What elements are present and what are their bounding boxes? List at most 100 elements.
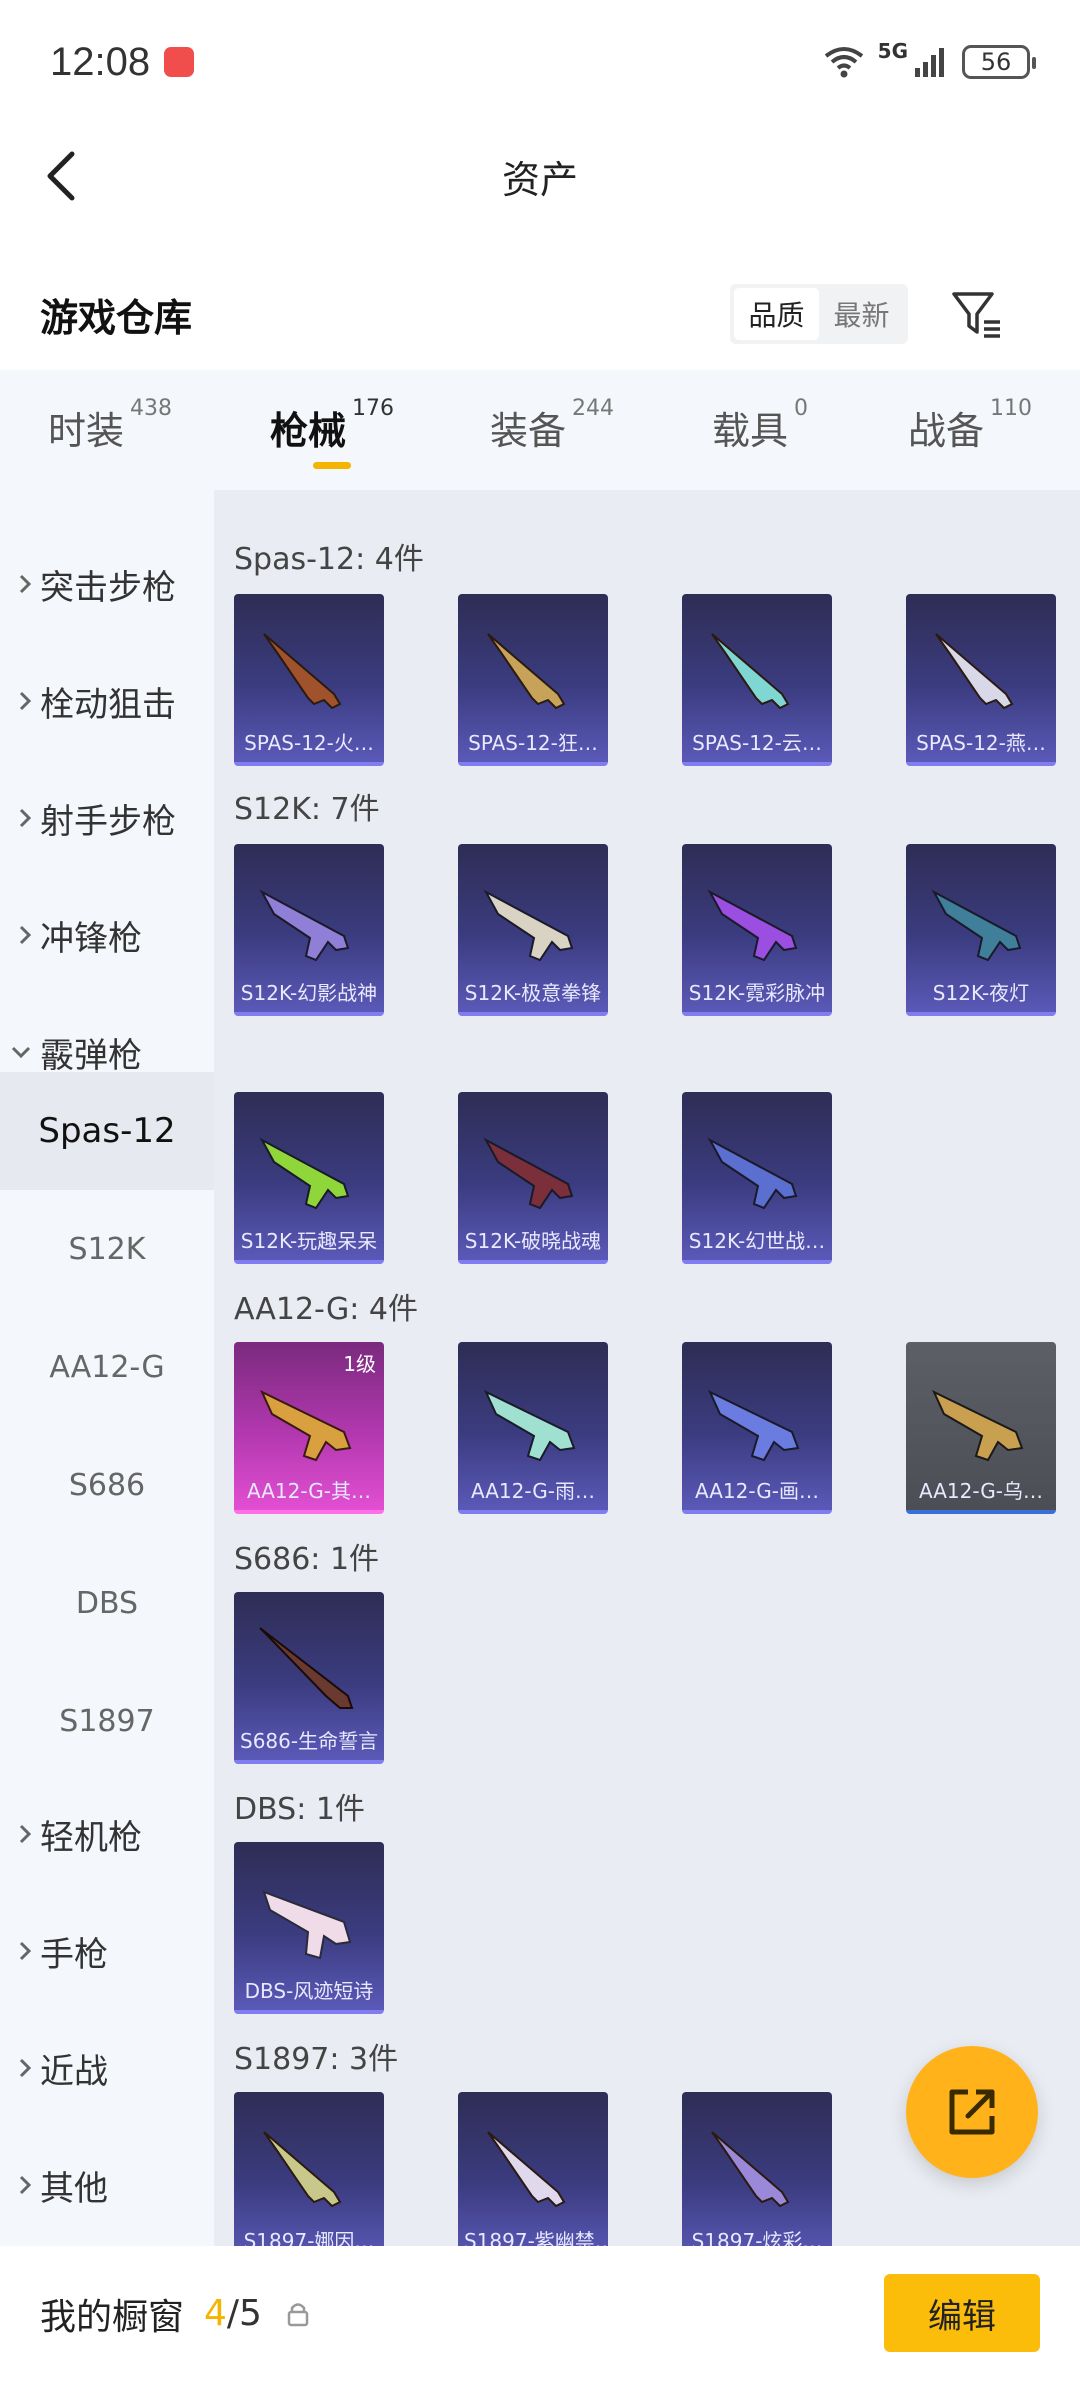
shotgun-skin-icon	[935, 633, 1014, 710]
skin-card[interactable]: SPAS-12-燕…	[906, 594, 1056, 766]
shotgun-skin-icon	[707, 1137, 798, 1210]
sidebar-item-pistol[interactable]: 手枪	[0, 1911, 214, 1991]
group-title-s1897: S1897: 3件	[234, 2042, 399, 2077]
sidebar-item-label: 轻机枪	[40, 1817, 142, 1858]
weapon-skin-grid: Spas-12: 4件 SPAS-12-火… SPAS-12-狂… SPAS-1…	[214, 490, 1080, 2246]
wifi-icon	[824, 47, 863, 78]
skin-name: S12K-幻世战…	[688, 1229, 826, 1253]
skin-card[interactable]: AA12-G-乌…	[906, 1342, 1056, 1514]
showcase-current: 4	[204, 2293, 227, 2334]
shotgun-skin-icon	[259, 889, 350, 962]
tab-count: 110	[990, 396, 1033, 421]
showcase-total: /5	[226, 2293, 262, 2334]
skin-card[interactable]: SPAS-12-火…	[234, 594, 384, 766]
tab-count: 244	[572, 396, 615, 421]
sidebar-sub-s12k[interactable]: S12K	[0, 1190, 214, 1308]
skin-card[interactable]: S1897-炫彩…	[682, 2092, 832, 2246]
sidebar-item-lmg[interactable]: 轻机枪	[0, 1794, 214, 1874]
sidebar-item-label: 其他	[40, 2168, 108, 2209]
skin-name: SPAS-12-火…	[244, 731, 374, 755]
sidebar-item-marksman-rifle[interactable]: 射手步枪	[0, 778, 214, 858]
skin-card[interactable]: DBS-风迹短诗	[234, 1842, 384, 2014]
skin-name: S12K-霓彩脉冲	[688, 981, 826, 1005]
chevron-right-icon	[0, 1823, 40, 1845]
filter-icon	[952, 292, 1000, 338]
sidebar-sub-s1897[interactable]: S1897	[0, 1662, 214, 1780]
skin-card[interactable]: S12K-幻世战…	[682, 1092, 832, 1264]
sidebar-item-bolt-sniper[interactable]: 栓动狙击	[0, 661, 214, 741]
sort-quality-option[interactable]: 品质	[734, 288, 819, 340]
tab-vehicles[interactable]: 载具 0	[712, 396, 808, 455]
edit-button[interactable]: 编辑	[884, 2274, 1040, 2352]
filter-button[interactable]	[948, 286, 1004, 342]
skin-card[interactable]: S12K-破晓战魂	[458, 1092, 608, 1264]
chevron-left-icon	[47, 151, 75, 201]
shotgun-skin-icon	[263, 633, 342, 710]
shotgun-skin-icon	[711, 633, 790, 710]
status-bar: 12:08 5G 56	[0, 0, 1080, 124]
tab-count: 438	[130, 396, 173, 421]
chevron-right-icon	[0, 924, 40, 946]
skin-name: AA12-G-画…	[694, 1479, 820, 1503]
sidebar-item-label: 栓动狙击	[40, 684, 176, 725]
share-button[interactable]	[906, 2046, 1038, 2178]
app-notification-icon	[164, 47, 195, 77]
skin-card[interactable]: S12K-玩趣呆呆	[234, 1092, 384, 1264]
tab-count: 176	[352, 396, 395, 421]
sidebar-sub-aa12g[interactable]: AA12-G	[0, 1308, 214, 1426]
chevron-right-icon	[0, 573, 40, 595]
sidebar-item-label: 冲锋枪	[40, 918, 142, 959]
weapon-category-sidebar: 突击步枪 栓动狙击 射手步枪 冲锋枪 霰弹枪 Spas-12 S12K AA12…	[0, 490, 214, 2246]
back-button[interactable]	[30, 146, 90, 206]
shotgun-skin-icon	[259, 1627, 354, 1709]
skin-card[interactable]: S12K-幻影战神	[234, 844, 384, 1016]
status-time: 12:08	[50, 39, 151, 84]
sidebar-item-assault-rifle[interactable]: 突击步枪	[0, 544, 214, 624]
group-title-dbs: DBS: 1件	[234, 1792, 365, 1827]
page-title: 资产	[501, 157, 578, 202]
shotgun-skin-icon	[711, 2131, 790, 2208]
sidebar-item-smg[interactable]: 冲锋枪	[0, 895, 214, 975]
skin-card[interactable]: 1级 AA12-G-其…	[234, 1342, 384, 1514]
shotgun-skin-icon	[483, 889, 574, 962]
showcase-bar: 我的橱窗 4/5 编辑	[0, 2246, 1080, 2381]
external-link-icon	[949, 2089, 995, 2135]
skin-card[interactable]: S1897-紫幽禁…	[458, 2092, 608, 2246]
group-title-s12k: S12K: 7件	[234, 792, 380, 827]
group-title-spas12: Spas-12: 4件	[234, 542, 424, 577]
sort-newest-option[interactable]: 最新	[819, 288, 904, 340]
sidebar-item-other[interactable]: 其他	[0, 2145, 214, 2225]
skin-card[interactable]: AA12-G-画…	[682, 1342, 832, 1514]
skin-card[interactable]: S12K-极意拳锋	[458, 844, 608, 1016]
category-tabs: 时装 438 枪械 176 装备 244 载具 0 战备 110	[0, 370, 1080, 490]
skin-card[interactable]: AA12-G-雨…	[458, 1342, 608, 1514]
skin-card[interactable]: S12K-霓彩脉冲	[682, 844, 832, 1016]
skin-name: S12K-幻影战神	[240, 981, 378, 1005]
tab-label: 战备	[908, 409, 985, 453]
shotgun-skin-icon	[263, 2131, 342, 2208]
skin-name: S1897-炫彩…	[691, 2229, 823, 2246]
skin-card[interactable]: S1897-娜因…	[234, 2092, 384, 2246]
shotgun-skin-icon	[262, 1890, 352, 1960]
warehouse-row: 游戏仓库 品质 最新	[0, 262, 1080, 366]
skin-name: AA12-G-乌…	[918, 1479, 1044, 1503]
tab-firearms[interactable]: 枪械 176	[270, 396, 394, 455]
tab-gear[interactable]: 战备 110	[908, 396, 1032, 455]
skin-card[interactable]: S12K-夜灯	[906, 844, 1056, 1016]
sidebar-sub-spas12[interactable]: Spas-12	[0, 1072, 214, 1190]
tab-equipment[interactable]: 装备 244	[490, 396, 614, 455]
tab-label: 枪械	[270, 409, 347, 453]
sidebar-item-melee[interactable]: 近战	[0, 2028, 214, 2108]
status-right: 5G 56	[824, 39, 1036, 79]
sidebar-sub-s686[interactable]: S686	[0, 1426, 214, 1544]
sidebar-sub-dbs[interactable]: DBS	[0, 1544, 214, 1662]
shotgun-skin-icon	[483, 1389, 576, 1462]
group-title-aa12g: AA12-G: 4件	[234, 1292, 418, 1327]
skin-name: DBS-风迹短诗	[244, 1979, 374, 2003]
skin-card[interactable]: SPAS-12-狂…	[458, 594, 608, 766]
skin-card[interactable]: SPAS-12-云…	[682, 594, 832, 766]
sidebar-item-label: 射手步枪	[40, 801, 176, 842]
tab-label: 载具	[712, 409, 789, 453]
tab-fashion[interactable]: 时装 438	[48, 396, 172, 455]
skin-card[interactable]: S686-生命誓言	[234, 1592, 384, 1764]
